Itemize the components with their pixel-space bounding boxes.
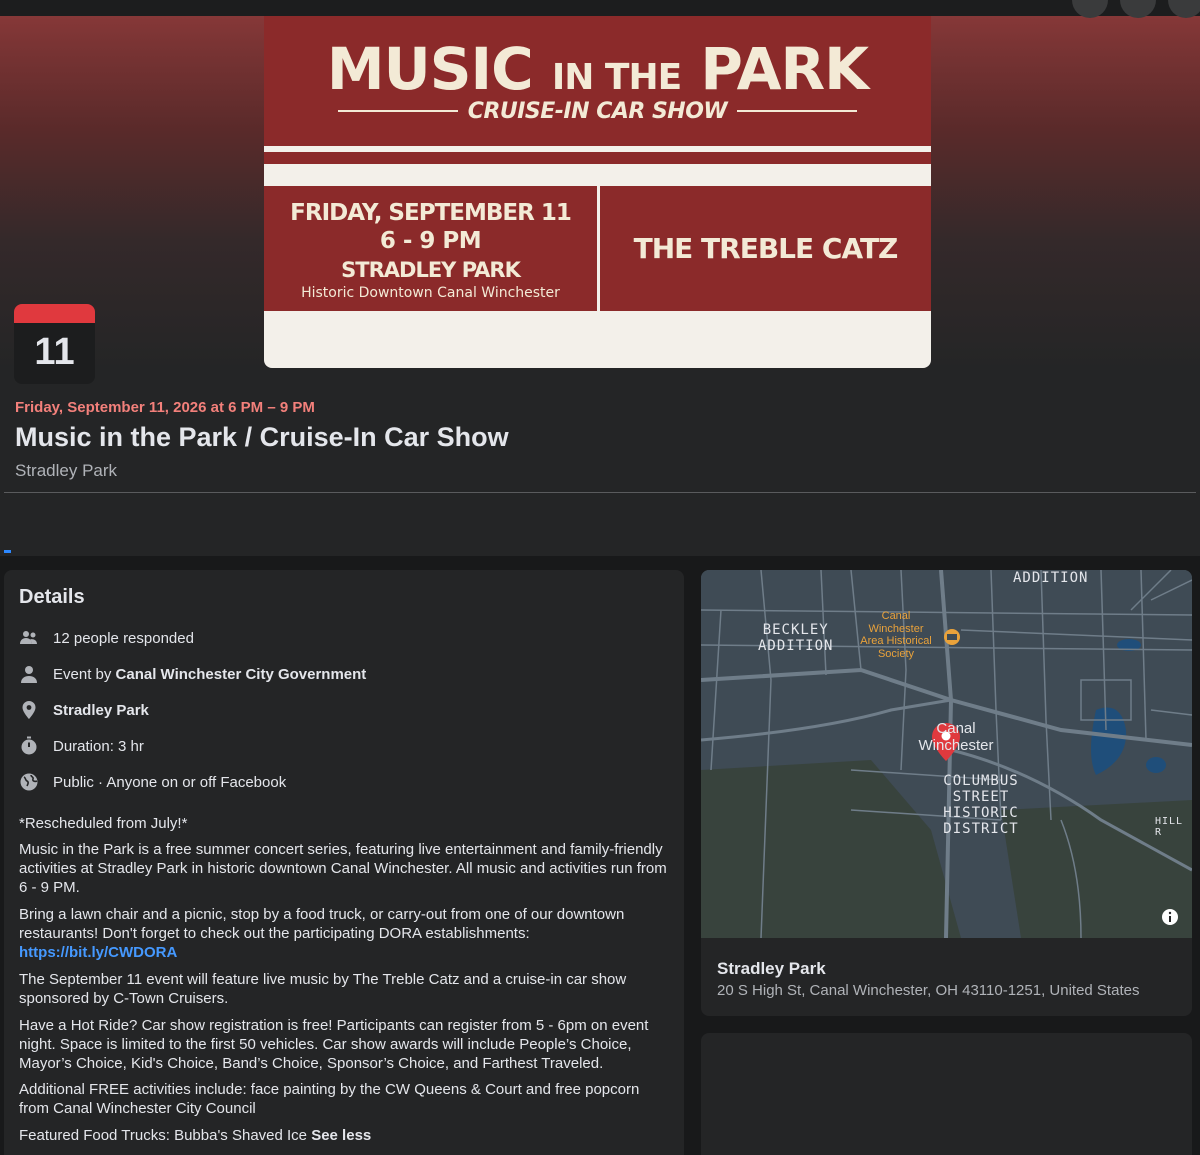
map-label-town: Canal Winchester xyxy=(918,720,994,754)
description-p7-text: Featured Food Trucks: Bubba's Shaved Ice xyxy=(19,1127,312,1144)
cover-rule-right xyxy=(737,110,858,112)
topbar-button[interactable] xyxy=(1168,0,1200,18)
detail-responded: 12 people responded xyxy=(19,626,194,650)
event-place[interactable]: Stradley Park xyxy=(15,461,117,481)
topbar-button[interactable] xyxy=(1120,0,1156,18)
location-pin-icon xyxy=(22,701,36,719)
person-icon xyxy=(21,666,37,683)
info-icon[interactable] xyxy=(1161,908,1179,926)
event-date: Friday, September 11, 2026 at 6 PM – 9 P… xyxy=(15,399,315,416)
event-by-org-link[interactable]: Canal Winchester City Government xyxy=(116,666,367,683)
cover-stripe xyxy=(264,152,931,164)
calendar-badge-top xyxy=(14,304,95,323)
description-p1: *Rescheduled from July!* xyxy=(19,815,188,832)
detail-privacy: Public · Anyone on or off Facebook xyxy=(19,770,286,794)
map-card: ADDITION BECKLEY ADDITION Canal Winchester… xyxy=(701,570,1192,1016)
map-label-hill: HILL R xyxy=(1155,816,1184,838)
description-p3-text: Bring a lawn chair and a picnic, stop by… xyxy=(19,906,625,942)
detail-duration: Duration: 3 hr xyxy=(19,734,144,758)
description-p4: The September 11 event will feature live… xyxy=(19,971,627,1007)
event-by-prefix: Event by xyxy=(53,665,116,683)
cover-time: 6 - 9 PM xyxy=(379,228,482,254)
map-label-beckley: BECKLEY ADDITION xyxy=(758,622,834,654)
details-heading: Details xyxy=(19,586,85,608)
detail-event-by: Event by Canal Winchester City Governmen… xyxy=(19,662,366,686)
dora-link[interactable]: https://bit.ly/CWDORA xyxy=(19,944,177,961)
responded-text: 12 people responded xyxy=(53,629,194,647)
event-cover-photo[interactable]: MUSIC IN THE PARK CRUISE-IN CAR SHOW FRI… xyxy=(264,16,931,368)
stopwatch-icon xyxy=(21,736,37,755)
calendar-day: 11 xyxy=(34,331,75,373)
map-label-addition: ADDITION xyxy=(1013,570,1089,586)
cover-subtitle: CRUISE-IN CAR SHOW xyxy=(467,98,728,124)
cover-date: FRIDAY, SEPTEMBER 11 xyxy=(290,200,572,226)
see-less-button[interactable]: See less xyxy=(311,1127,371,1144)
people-icon xyxy=(20,631,37,644)
cover-subtitle-row: CRUISE-IN CAR SHOW xyxy=(264,96,931,126)
calendar-badge: 11 xyxy=(14,304,95,384)
cover-rule-left xyxy=(337,110,458,112)
map-label-historical-society: Canal Winchester Area Historical Society xyxy=(860,610,932,660)
divider xyxy=(4,492,1196,493)
museum-icon xyxy=(944,629,960,645)
privacy-text: Public · Anyone on or off Facebook xyxy=(53,773,287,791)
cover-info-left: FRIDAY, SEPTEMBER 11 6 - 9 PM STRADLEY P… xyxy=(264,186,597,311)
globe-icon xyxy=(20,773,38,791)
map[interactable]: ADDITION BECKLEY ADDITION Canal Winchester… xyxy=(701,570,1192,938)
event-by-text: Event by Canal Winchester City Governmen… xyxy=(53,666,366,683)
detail-location[interactable]: Stradley Park xyxy=(19,698,149,722)
tab-indicator xyxy=(4,550,11,553)
topbar-button[interactable] xyxy=(1072,0,1108,18)
cover-band: THE TREBLE CATZ xyxy=(600,186,931,311)
map-label-historic-district: COLUMBUS STREET HISTORIC DISTRICT xyxy=(943,773,1019,837)
map-place-name[interactable]: Stradley Park xyxy=(717,959,826,979)
side-card xyxy=(701,1033,1192,1155)
location-link[interactable]: Stradley Park xyxy=(53,702,149,719)
event-title: Music in the Park / Cruise-In Car Show xyxy=(15,422,509,452)
duration-text: Duration: 3 hr xyxy=(53,737,144,755)
details-card: Details 12 people responded Event by Can… xyxy=(4,570,684,1155)
description-p6: Additional FREE activities include: face… xyxy=(19,1081,640,1117)
cover-venue: STRADLEY PARK xyxy=(341,258,521,282)
description-p5: Have a Hot Ride? Car show registration i… xyxy=(19,1017,649,1072)
description-p7: Featured Food Trucks: Bubba's Shaved Ice… xyxy=(19,1126,669,1145)
description-p2: Music in the Park is a free summer conce… xyxy=(19,841,667,896)
description-p3: Bring a lawn chair and a picnic, stop by… xyxy=(19,905,669,962)
top-bar xyxy=(0,0,1200,18)
map-address: 20 S High St, Canal Winchester, OH 43110… xyxy=(717,982,1140,999)
cover-venue-sub: Historic Downtown Canal Winchester xyxy=(301,285,560,301)
